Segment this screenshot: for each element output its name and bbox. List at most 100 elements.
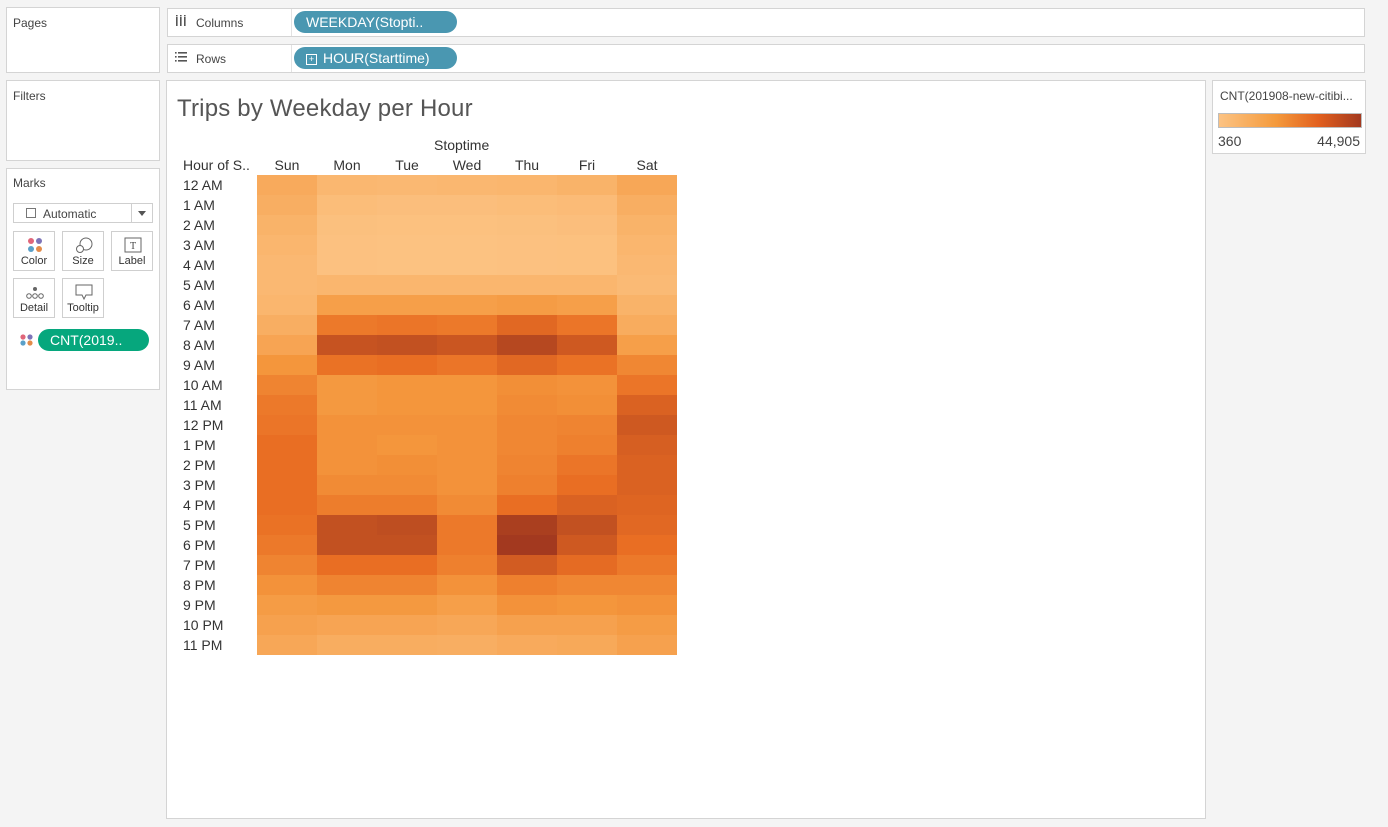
heatmap-cell[interactable] [377, 295, 437, 315]
size-button[interactable]: Size [62, 231, 104, 271]
heatmap-cell[interactable] [317, 455, 377, 475]
heatmap-cell[interactable] [617, 275, 677, 295]
row-header[interactable]: 8 AM [183, 335, 215, 355]
heatmap-cell[interactable] [497, 575, 557, 595]
row-header[interactable]: 3 AM [183, 235, 215, 255]
heatmap-cell[interactable] [257, 415, 317, 435]
heatmap-cell[interactable] [617, 255, 677, 275]
row-header[interactable]: 11 AM [183, 395, 222, 415]
heatmap-cell[interactable] [497, 355, 557, 375]
heatmap-cell[interactable] [557, 255, 617, 275]
row-header[interactable]: 5 AM [183, 275, 215, 295]
heatmap-cell[interactable] [317, 635, 377, 655]
heatmap-cell[interactable] [257, 335, 317, 355]
heatmap-cell[interactable] [377, 555, 437, 575]
heatmap-cell[interactable] [557, 635, 617, 655]
row-header[interactable]: 7 PM [183, 555, 216, 575]
row-header[interactable]: 2 AM [183, 215, 215, 235]
heatmap-cell[interactable] [377, 455, 437, 475]
heatmap-cell[interactable] [257, 495, 317, 515]
heatmap-cell[interactable] [437, 475, 497, 495]
row-header[interactable]: 4 AM [183, 255, 215, 275]
heatmap-cell[interactable] [497, 335, 557, 355]
heatmap-cell[interactable] [257, 555, 317, 575]
column-header[interactable]: Fri [557, 157, 617, 173]
heatmap-cell[interactable] [377, 635, 437, 655]
detail-button[interactable]: Detail [13, 278, 55, 318]
color-button[interactable]: Color [13, 231, 55, 271]
heatmap-cell[interactable] [497, 635, 557, 655]
heatmap-cell[interactable] [317, 335, 377, 355]
heatmap-cell[interactable] [437, 375, 497, 395]
heatmap-cell[interactable] [557, 375, 617, 395]
heatmap-cell[interactable] [497, 475, 557, 495]
heatmap-cell[interactable] [497, 495, 557, 515]
heatmap-cell[interactable] [497, 395, 557, 415]
heatmap-cell[interactable] [377, 415, 437, 435]
column-header[interactable]: Wed [437, 157, 497, 173]
heatmap-cell[interactable] [377, 575, 437, 595]
heatmap-cell[interactable] [257, 355, 317, 375]
heatmap-cell[interactable] [437, 335, 497, 355]
heatmap-cell[interactable] [557, 195, 617, 215]
heatmap-cell[interactable] [437, 635, 497, 655]
heatmap-cell[interactable] [557, 535, 617, 555]
heatmap-cell[interactable] [317, 275, 377, 295]
heatmap-cell[interactable] [317, 555, 377, 575]
heatmap-cell[interactable] [557, 575, 617, 595]
heatmap-cell[interactable] [497, 595, 557, 615]
heatmap-cell[interactable] [617, 615, 677, 635]
heatmap-cell[interactable] [257, 295, 317, 315]
heatmap-cell[interactable] [617, 415, 677, 435]
heatmap-cell[interactable] [557, 355, 617, 375]
heatmap-cell[interactable] [257, 435, 317, 455]
heatmap-cell[interactable] [497, 275, 557, 295]
heatmap-cell[interactable] [257, 615, 317, 635]
row-header[interactable]: 2 PM [183, 455, 216, 475]
heatmap-cell[interactable] [437, 535, 497, 555]
heatmap-cell[interactable] [497, 515, 557, 535]
heatmap-cell[interactable] [617, 375, 677, 395]
heatmap-cell[interactable] [377, 535, 437, 555]
row-header[interactable]: 7 AM [183, 315, 215, 335]
heatmap-cell[interactable] [317, 495, 377, 515]
heatmap-cell[interactable] [617, 355, 677, 375]
heatmap-cell[interactable] [497, 535, 557, 555]
heatmap-cell[interactable] [497, 175, 557, 195]
heatmap-cell[interactable] [617, 515, 677, 535]
filters-card[interactable]: Filters [6, 80, 160, 161]
heatmap-cell[interactable] [377, 175, 437, 195]
heatmap-cell[interactable] [557, 275, 617, 295]
heatmap-cell[interactable] [377, 275, 437, 295]
heatmap-cell[interactable] [557, 295, 617, 315]
heatmap-cell[interactable] [377, 355, 437, 375]
heatmap-cell[interactable] [437, 515, 497, 535]
heatmap-cell[interactable] [617, 595, 677, 615]
heatmap-cell[interactable] [437, 555, 497, 575]
row-header[interactable]: 8 PM [183, 575, 216, 595]
heatmap-cell[interactable] [437, 495, 497, 515]
heatmap-cell[interactable] [437, 575, 497, 595]
heatmap-cell[interactable] [437, 295, 497, 315]
heatmap-cell[interactable] [317, 175, 377, 195]
heatmap-cell[interactable] [617, 455, 677, 475]
heatmap-cell[interactable] [557, 435, 617, 455]
heatmap-cell[interactable] [437, 455, 497, 475]
row-header[interactable]: 9 AM [183, 355, 215, 375]
row-header[interactable]: 10 PM [183, 615, 223, 635]
row-header[interactable]: 10 AM [183, 375, 223, 395]
heatmap-cell[interactable] [557, 475, 617, 495]
heatmap-cell[interactable] [437, 175, 497, 195]
heatmap-cell[interactable] [497, 455, 557, 475]
heatmap-cell[interactable] [617, 295, 677, 315]
heatmap-cell[interactable] [377, 435, 437, 455]
column-header[interactable]: Thu [497, 157, 557, 173]
row-header[interactable]: 11 PM [183, 635, 222, 655]
heatmap-cell[interactable] [437, 235, 497, 255]
heatmap-cell[interactable] [497, 195, 557, 215]
rows-field-pill[interactable]: + HOUR(Starttime) [294, 47, 457, 69]
heatmap-cell[interactable] [617, 235, 677, 255]
heatmap-cell[interactable] [617, 395, 677, 415]
heatmap-cell[interactable] [557, 175, 617, 195]
heatmap-cell[interactable] [437, 415, 497, 435]
